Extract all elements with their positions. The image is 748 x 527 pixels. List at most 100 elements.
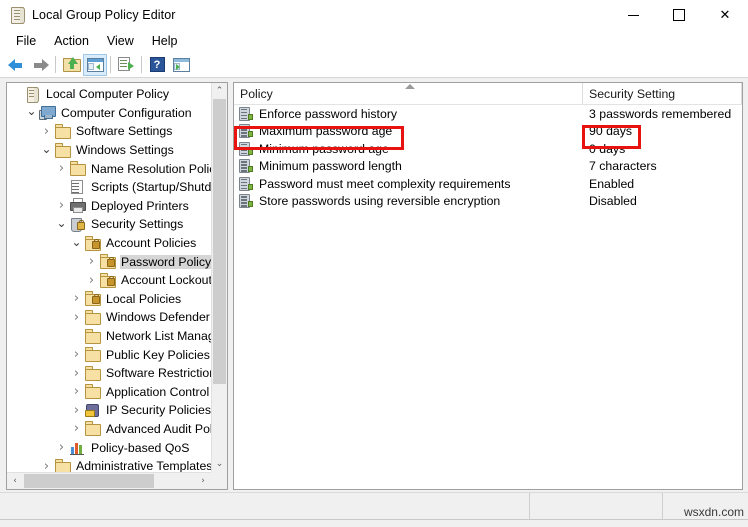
tree-item-deployed-printers[interactable]: › Deployed Printers: [7, 197, 211, 216]
policy-list-body[interactable]: Enforce password history 3 passwords reme…: [234, 104, 742, 489]
chevron-right-icon[interactable]: ›: [54, 440, 69, 455]
chevron-right-icon[interactable]: ›: [69, 347, 84, 362]
tree-item-network-list-manager-policies[interactable]: ›Network List Manager Policies: [7, 327, 211, 346]
tree-item-advanced-audit-policy-configuration[interactable]: › Advanced Audit Policy Configuration: [7, 420, 211, 439]
tree-item-local-computer-policy[interactable]: ›Local Computer Policy: [7, 85, 211, 104]
policy-row[interactable]: Enforce password history 3 passwords reme…: [234, 105, 742, 123]
tree-item-software-settings[interactable]: › Software Settings: [7, 122, 211, 141]
tree-item-password-policy[interactable]: › Password Policy: [7, 252, 211, 271]
tree-item-windows-settings[interactable]: ⌄ Windows Settings: [7, 141, 211, 160]
tree-item-ip-security-policies-on-local-computer[interactable]: › IP Security Policies on Local Computer: [7, 401, 211, 420]
tree-item-local-policies[interactable]: › Local Policies: [7, 290, 211, 309]
policy-tree[interactable]: ›Local Computer Policy⌄Computer Configur…: [7, 83, 211, 472]
menu-action[interactable]: Action: [45, 32, 98, 50]
policy-setting-icon: [239, 159, 254, 174]
policy-setting-icon: [239, 176, 254, 191]
folder-icon: [54, 142, 71, 158]
scroll-left-button[interactable]: ‹: [7, 473, 23, 489]
tree-item-label: Name Resolution Policy: [91, 161, 211, 176]
scroll-right-button[interactable]: ›: [195, 473, 211, 489]
menu-help[interactable]: Help: [143, 32, 187, 50]
security-lock-icon: [69, 217, 86, 232]
tree-item-label: Windows Settings: [76, 143, 174, 158]
tree-item-label: Computer Configuration: [61, 105, 192, 120]
show-hide-console-tree-button[interactable]: [83, 53, 107, 76]
vertical-scroll-thumb[interactable]: [213, 99, 226, 384]
policy-scroll-icon: [24, 86, 41, 103]
tree-item-administrative-templates[interactable]: › Administrative Templates: [7, 457, 211, 472]
help-button[interactable]: ?: [145, 54, 169, 76]
tree-item-label: Account Lockout Policy: [121, 273, 211, 288]
chevron-right-icon[interactable]: ›: [54, 161, 69, 176]
main-content: ›Local Computer Policy⌄Computer Configur…: [0, 78, 748, 493]
tree-item-account-lockout-policy[interactable]: › Account Lockout Policy: [7, 271, 211, 290]
policy-row[interactable]: Minimum password age 0 days: [234, 140, 742, 158]
tree-item-windows-defender-firewall[interactable]: › Windows Defender Firewall: [7, 308, 211, 327]
policy-row[interactable]: Password must meet complexity requiremen…: [234, 175, 742, 193]
folder-icon: [84, 347, 101, 363]
column-header-policy-label: Policy: [240, 86, 273, 101]
maximize-button[interactable]: [656, 0, 702, 30]
column-header-security-setting[interactable]: Security Setting: [583, 83, 742, 104]
chevron-right-icon[interactable]: ›: [84, 254, 99, 269]
forward-button[interactable]: [28, 54, 52, 76]
security-setting-cell: 7 characters: [589, 159, 657, 174]
chevron-right-icon[interactable]: ›: [69, 310, 84, 325]
chevron-right-icon[interactable]: ›: [69, 403, 84, 418]
window-controls: ✕: [610, 0, 748, 30]
scroll-up-button[interactable]: ⌃: [212, 83, 227, 99]
back-button[interactable]: [4, 54, 28, 76]
folder-icon: [54, 123, 71, 139]
scroll-down-button[interactable]: ⌄: [212, 456, 227, 472]
policy-name-label: Enforce password history: [259, 106, 398, 121]
tree-item-public-key-policies[interactable]: › Public Key Policies: [7, 345, 211, 364]
column-header-policy[interactable]: Policy: [234, 83, 583, 104]
tree-vertical-scrollbar[interactable]: ⌃ ⌄: [211, 83, 227, 472]
chevron-right-icon[interactable]: ›: [84, 273, 99, 288]
menu-view[interactable]: View: [98, 32, 143, 50]
tree-item-computer-configuration[interactable]: ⌄ Computer Configuration: [7, 104, 211, 123]
export-list-button[interactable]: [114, 54, 138, 76]
policy-row[interactable]: Store passwords using reversible encrypt…: [234, 193, 742, 211]
status-pane-3: wsxdn.com: [663, 493, 748, 519]
up-one-level-button[interactable]: [59, 54, 83, 76]
chevron-down-icon[interactable]: ⌄: [24, 104, 39, 118]
show-hide-action-pane-button[interactable]: [169, 54, 193, 76]
policy-row[interactable]: Maximum password age 90 days: [234, 123, 742, 141]
horizontal-scroll-thumb[interactable]: [24, 474, 154, 488]
policy-name-cell: Enforce password history: [234, 106, 583, 121]
minimize-button[interactable]: [610, 0, 656, 30]
status-bar: wsxdn.com: [0, 492, 748, 527]
chevron-down-icon[interactable]: ⌄: [69, 235, 84, 249]
tree-item-name-resolution-policy[interactable]: › Name Resolution Policy: [7, 159, 211, 178]
tree-item-account-policies[interactable]: ⌄ Account Policies: [7, 234, 211, 253]
chevron-down-icon[interactable]: ⌄: [54, 216, 69, 230]
sort-ascending-icon: [405, 84, 415, 89]
maximize-icon: [673, 9, 685, 21]
chevron-right-icon[interactable]: ›: [39, 124, 54, 139]
policy-row[interactable]: Minimum password length 7 characters: [234, 158, 742, 176]
tree-item-scripts-startup-shutdown[interactable]: ›Scripts (Startup/Shutdown): [7, 178, 211, 197]
chevron-right-icon[interactable]: ›: [54, 198, 69, 213]
tree-horizontal-scrollbar[interactable]: ‹ ›: [7, 472, 227, 489]
toolbar-separator: [55, 56, 56, 73]
chevron-right-icon[interactable]: ›: [39, 459, 54, 472]
tree-item-software-restriction-policies[interactable]: › Software Restriction Policies: [7, 364, 211, 383]
menu-file[interactable]: File: [7, 32, 45, 50]
chevron-right-icon[interactable]: ›: [69, 384, 84, 399]
tree-item-security-settings[interactable]: ⌄ Security Settings: [7, 215, 211, 234]
chevron-down-icon[interactable]: ⌄: [39, 142, 54, 156]
tree-item-policy-based-qos[interactable]: › Policy-based QoS: [7, 438, 211, 457]
tree-item-label: Scripts (Startup/Shutdown): [91, 180, 211, 195]
chevron-right-icon[interactable]: ›: [69, 366, 84, 381]
tree-item-label: Local Computer Policy: [46, 87, 170, 102]
tree-item-label: Policy-based QoS: [91, 440, 190, 455]
policy-name-label: Store passwords using reversible encrypt…: [259, 194, 501, 209]
tree-item-application-control-policies[interactable]: › Application Control Policies: [7, 383, 211, 402]
close-button[interactable]: ✕: [702, 0, 748, 30]
chevron-right-icon[interactable]: ›: [69, 291, 84, 306]
folder-icon: [84, 384, 101, 400]
chevron-right-icon[interactable]: ›: [69, 421, 84, 436]
folder-icon: [84, 365, 101, 381]
toolbar-separator: [141, 56, 142, 73]
